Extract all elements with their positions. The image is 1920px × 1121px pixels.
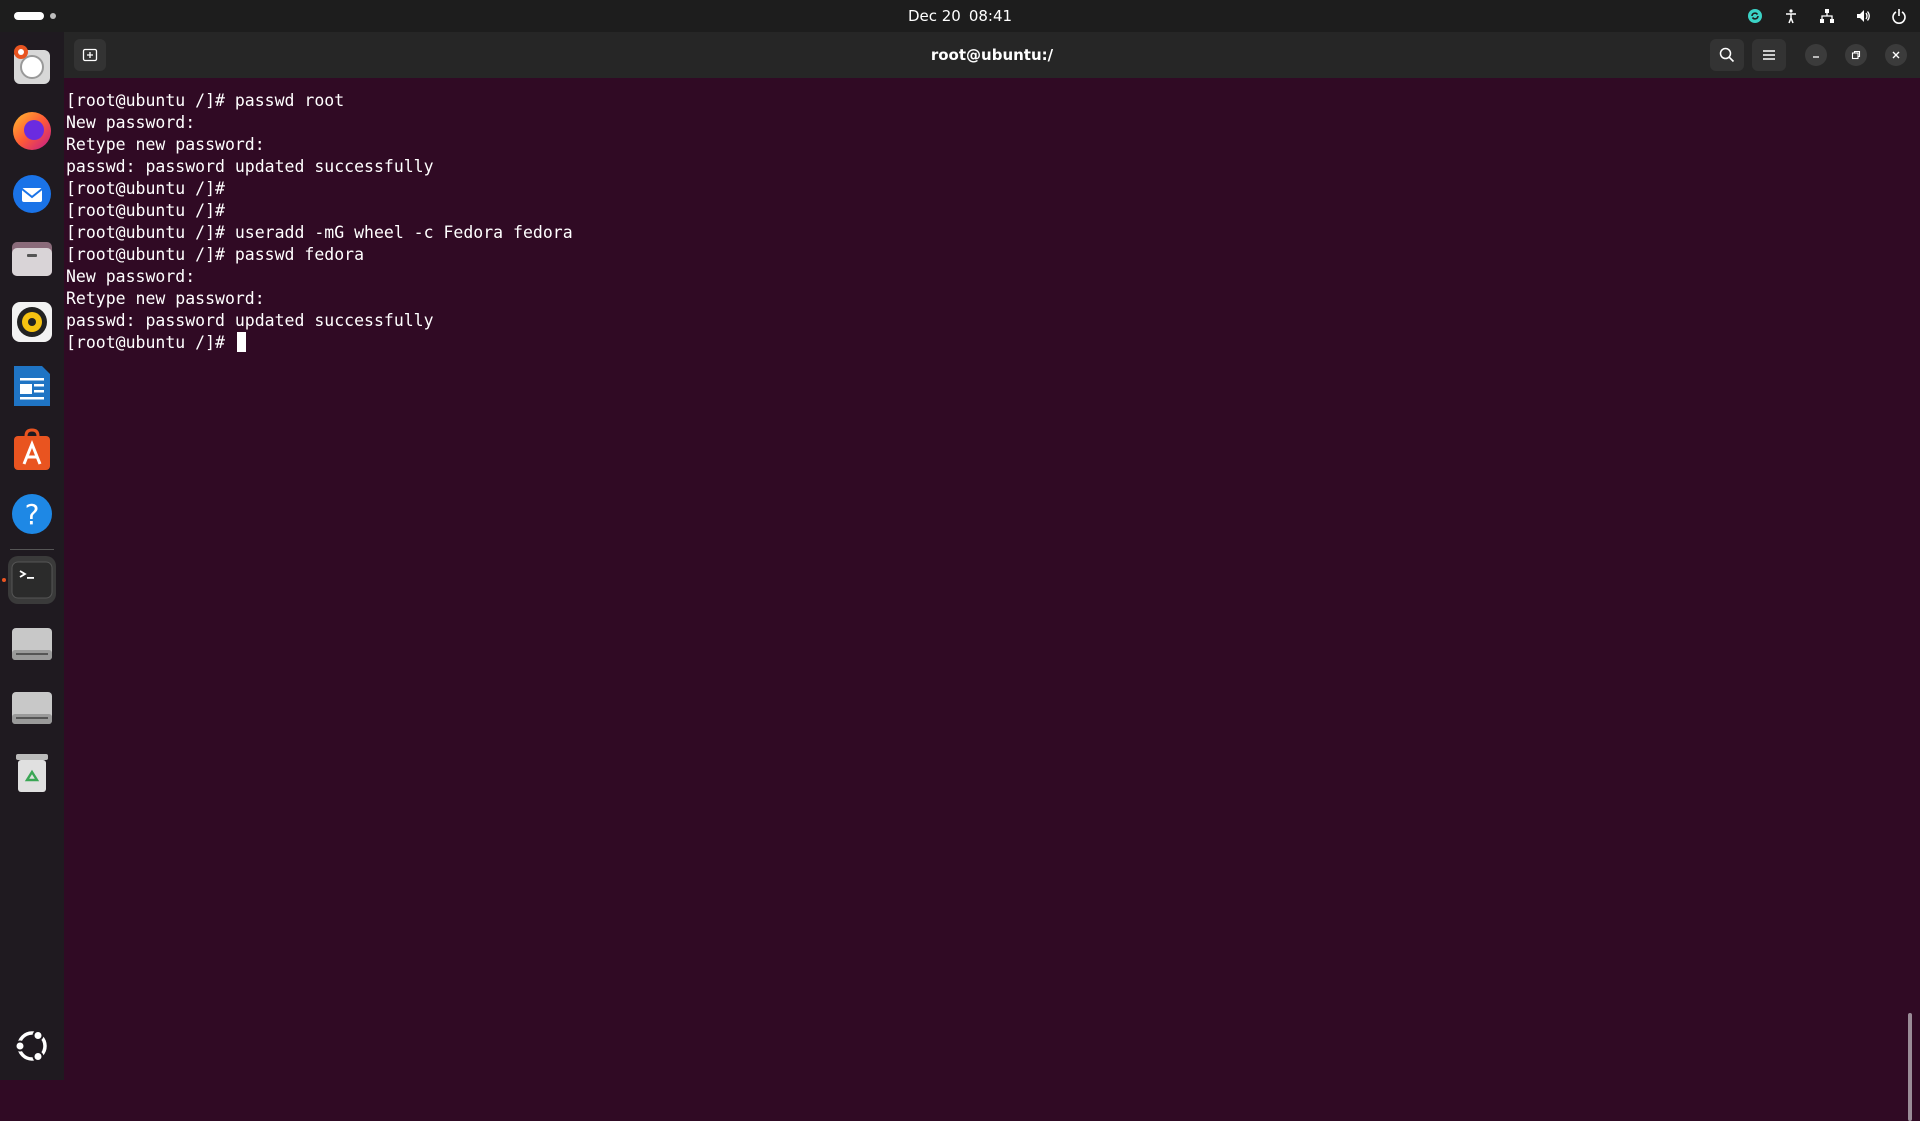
update-icon[interactable] bbox=[1746, 7, 1764, 25]
scrollbar[interactable] bbox=[1908, 1013, 1912, 1121]
network-icon[interactable] bbox=[1818, 7, 1836, 25]
volume-icon[interactable] bbox=[1854, 7, 1872, 25]
firefox-icon[interactable] bbox=[8, 106, 56, 154]
thunderbird-icon[interactable] bbox=[8, 170, 56, 218]
close-icon bbox=[1892, 51, 1900, 59]
terminal-line: Retype new password: bbox=[66, 135, 265, 154]
terminal-line: [root@ubuntu /]# bbox=[66, 179, 225, 198]
terminal-line: [root@ubuntu /]# passwd root bbox=[66, 91, 345, 110]
terminal-icon[interactable] bbox=[8, 556, 56, 604]
terminal-prompt-line[interactable]: [root@ubuntu /]# bbox=[66, 332, 573, 354]
terminal-output[interactable]: [root@ubuntu /]# passwd root New passwor… bbox=[66, 78, 1916, 1121]
terminal-window: root@ubuntu:/ [root@ubuntu /]# passwd ro… bbox=[64, 32, 1920, 1121]
writer-icon[interactable] bbox=[8, 362, 56, 410]
help-app-icon[interactable] bbox=[8, 41, 56, 89]
terminal-lines: [root@ubuntu /]# passwd root New passwor… bbox=[66, 90, 573, 354]
app-center-icon[interactable] bbox=[8, 426, 56, 474]
window-title: root@ubuntu:/ bbox=[930, 46, 1054, 64]
terminal-line: passwd: password updated successfully bbox=[66, 157, 434, 176]
dock: ? bbox=[0, 32, 64, 1080]
minimize-button[interactable] bbox=[1805, 44, 1827, 66]
terminal-line: [root@ubuntu /]# useradd -mG wheel -c Fe… bbox=[66, 223, 573, 242]
restore-button[interactable] bbox=[1845, 44, 1867, 66]
terminal-line: New password: bbox=[66, 267, 196, 286]
terminal-line: New password: bbox=[66, 113, 196, 132]
clock[interactable]: Dec 20 08:41 bbox=[0, 0, 1920, 32]
dock-separator bbox=[10, 549, 54, 550]
hamburger-menu-icon bbox=[1763, 50, 1775, 60]
terminal-line: [root@ubuntu /]# passwd fedora bbox=[66, 245, 365, 264]
menu-button[interactable] bbox=[1752, 39, 1786, 71]
svg-text:?: ? bbox=[25, 498, 40, 531]
trash-icon[interactable] bbox=[8, 748, 56, 796]
running-indicator bbox=[2, 578, 6, 582]
search-button[interactable] bbox=[1710, 39, 1744, 71]
terminal-cursor bbox=[236, 332, 246, 352]
system-tray[interactable] bbox=[1746, 0, 1908, 32]
terminal-line: passwd: password updated successfully bbox=[66, 311, 434, 330]
clock-date: Dec 20 bbox=[907, 7, 961, 25]
drive-icon[interactable] bbox=[8, 620, 56, 668]
terminal-line: [root@ubuntu /]# bbox=[66, 201, 225, 220]
terminal-prompt: [root@ubuntu /]# bbox=[66, 333, 235, 352]
help-icon[interactable]: ? bbox=[8, 490, 56, 538]
drive-icon[interactable] bbox=[8, 684, 56, 732]
terminal-line: Retype new password: bbox=[66, 289, 265, 308]
files-icon[interactable] bbox=[8, 234, 56, 282]
close-button[interactable] bbox=[1885, 44, 1907, 66]
restore-icon bbox=[1851, 50, 1861, 60]
top-bar: Dec 20 08:41 bbox=[0, 0, 1920, 32]
show-apps-icon[interactable] bbox=[8, 1022, 56, 1070]
clock-time: 08:41 bbox=[968, 7, 1013, 25]
minimize-icon bbox=[1813, 56, 1819, 58]
rhythmbox-icon[interactable] bbox=[8, 298, 56, 346]
power-icon[interactable] bbox=[1890, 7, 1908, 25]
accessibility-icon[interactable] bbox=[1782, 7, 1800, 25]
header-bar: root@ubuntu:/ bbox=[64, 32, 1920, 78]
search-icon bbox=[1719, 47, 1735, 63]
